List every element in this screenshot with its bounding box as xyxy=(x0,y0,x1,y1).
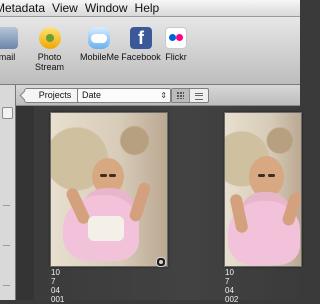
sidebar-toggle-button[interactable] xyxy=(2,107,13,119)
photo-label: 10 7 04 001 xyxy=(51,268,65,304)
menu-item-metadata[interactable]: Metadata xyxy=(0,1,45,15)
sidebar-divider xyxy=(3,285,10,286)
photo-thumbnail[interactable] xyxy=(224,112,302,267)
mobileme-button[interactable]: MobileMe xyxy=(80,27,120,62)
photo-stream-icon xyxy=(38,27,61,49)
diaper xyxy=(88,216,124,241)
list-view-icon[interactable] xyxy=(190,89,208,102)
photo-label: 10 7 04 002 xyxy=(225,268,239,304)
mobileme-label: MobileMe xyxy=(80,52,120,62)
facebook-button[interactable]: f Facebook xyxy=(121,27,161,62)
email-label: mail xyxy=(0,52,16,62)
sidebar-divider xyxy=(3,245,10,246)
mobileme-icon xyxy=(88,27,110,49)
email-button[interactable]: mail xyxy=(0,27,19,62)
sort-select-value: Date xyxy=(82,90,102,100)
sort-select[interactable]: Date ⇕ xyxy=(77,88,171,103)
menu-item-window[interactable]: Window xyxy=(85,1,128,15)
toolbar: mail Photo Stream MobileMe f Facebook Fl… xyxy=(0,17,300,85)
photo-stream-button[interactable]: Photo Stream xyxy=(22,27,77,72)
photo-thumbnail[interactable] xyxy=(50,112,168,267)
email-icon xyxy=(0,27,18,49)
grid-view-icon[interactable] xyxy=(172,89,190,102)
flickr-label: Flickr xyxy=(165,52,187,62)
sidebar-divider xyxy=(3,205,10,206)
facebook-icon: f xyxy=(130,27,152,49)
photo-stream-label: Photo Stream xyxy=(34,52,64,72)
flickr-icon xyxy=(165,27,187,49)
menu-item-view[interactable]: View xyxy=(52,1,78,15)
baby-photo xyxy=(51,113,167,266)
facebook-label: Facebook xyxy=(121,52,161,62)
sidebar xyxy=(0,85,16,300)
browser-gutter xyxy=(16,106,34,300)
photo-badge-icon xyxy=(156,257,166,267)
browser-bar: Projects Date ⇕ xyxy=(16,85,300,106)
menu-item-help[interactable]: Help xyxy=(135,1,160,15)
flickr-button[interactable]: Flickr xyxy=(163,27,189,62)
baby-photo xyxy=(225,113,301,266)
view-toggle[interactable] xyxy=(171,88,209,103)
menu-bar: Metadata View Window Help xyxy=(0,0,300,17)
chevron-updown-icon: ⇕ xyxy=(160,91,167,100)
